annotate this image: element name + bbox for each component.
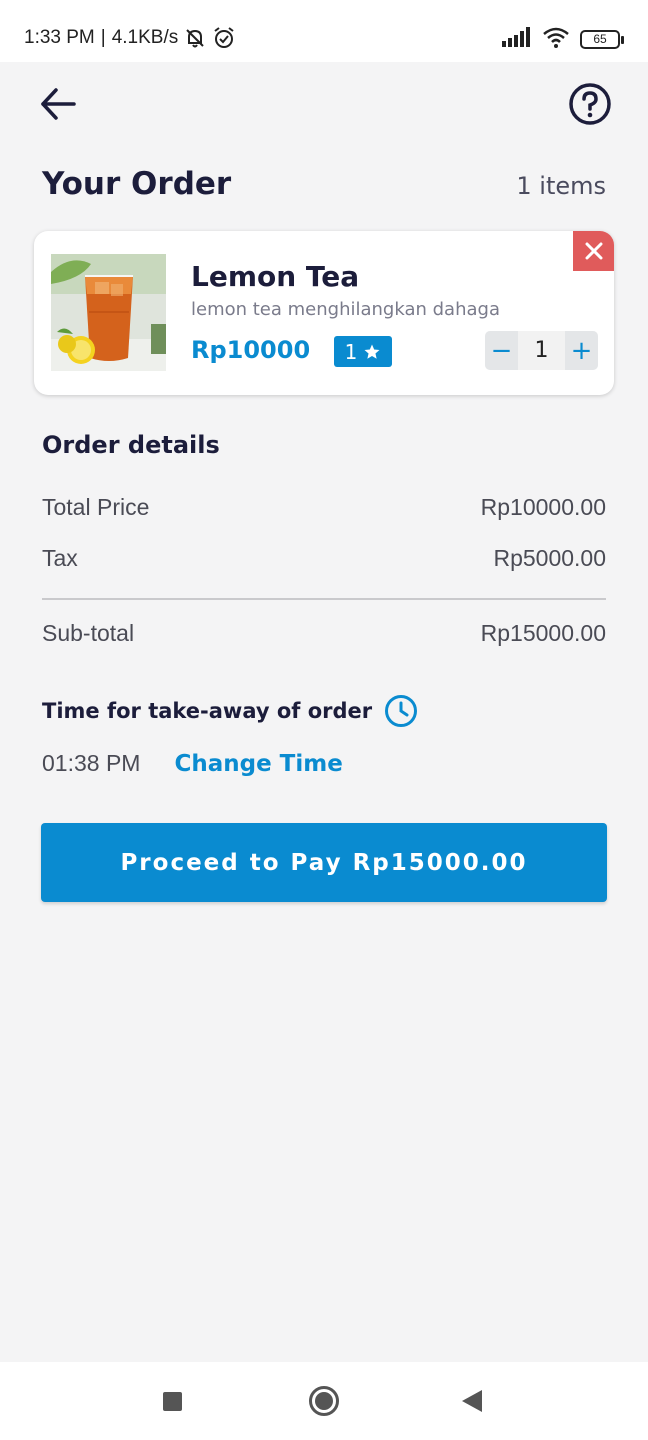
page-title: Your Order [42,166,232,202]
item-count: 1 items [516,172,606,200]
proceed-to-pay-button[interactable]: Proceed to Pay Rp15000.00 [41,823,607,902]
battery-icon: 65 [580,29,624,49]
change-time-button[interactable]: Change Time [174,751,342,777]
subtotal-value: Rp15000.00 [480,620,606,646]
quantity-stepper: − 1 + [485,331,598,370]
muted-bell-icon [184,27,206,49]
quantity-value: 1 [534,338,549,363]
wifi-icon [542,26,570,52]
item-name: Lemon Tea [191,260,360,293]
total-price-row: Total Price Rp10000.00 [42,494,606,521]
status-bar: 1:33 PM | 4.1KB/s 65 [0,0,648,62]
tax-label: Tax [42,545,78,571]
recents-square-icon[interactable] [163,1392,182,1411]
remove-item-button[interactable] [573,231,614,271]
close-icon [585,242,602,260]
status-separator: | [100,27,106,48]
divider [42,598,606,600]
clock-icon [385,695,418,727]
item-image [51,254,166,371]
alarm-icon [212,26,236,50]
subtotal-label: Sub-total [42,620,135,646]
increase-quantity-button[interactable]: + [565,331,598,370]
top-bar [0,62,648,152]
order-header: Your Order 1 items [42,166,606,202]
status-network-speed: 4.1KB/s [111,27,179,48]
home-circle-icon[interactable] [309,1386,339,1416]
takeaway-time-row: 01:38 PM Change Time [42,750,343,777]
total-price-value: Rp10000.00 [480,494,606,520]
takeaway-title: Time for take-away of order [42,699,373,723]
item-price: Rp10000 [191,336,311,364]
order-item-card: Lemon Tea lemon tea menghilangkan dahaga… [34,231,614,395]
takeaway-title-row: Time for take-away of order [42,694,418,728]
back-triangle-icon[interactable] [462,1390,482,1412]
arrow-left-icon [41,88,76,120]
rating-badge: 1 [334,336,392,367]
help-button[interactable] [568,82,612,126]
decrease-quantity-button[interactable]: − [485,331,518,370]
star-icon [364,344,380,359]
status-right: 65 [502,26,624,52]
total-price-label: Total Price [42,494,150,520]
tax-row: Tax Rp5000.00 [42,545,606,572]
signal-icon [502,27,532,51]
question-circle-icon [569,83,611,125]
status-time: 1:33 PM [24,27,95,48]
system-nav-bar [0,1362,648,1440]
tax-value: Rp5000.00 [493,545,606,571]
subtotal-row: Sub-total Rp15000.00 [42,620,606,647]
rating-value: 1 [344,339,358,364]
order-details-title: Order details [42,431,220,459]
status-left: 1:33 PM | 4.1KB/s [24,26,236,50]
back-button[interactable] [36,82,80,126]
battery-level: 65 [593,32,607,46]
takeaway-time: 01:38 PM [42,750,141,776]
item-description: lemon tea menghilangkan dahaga [191,299,500,320]
